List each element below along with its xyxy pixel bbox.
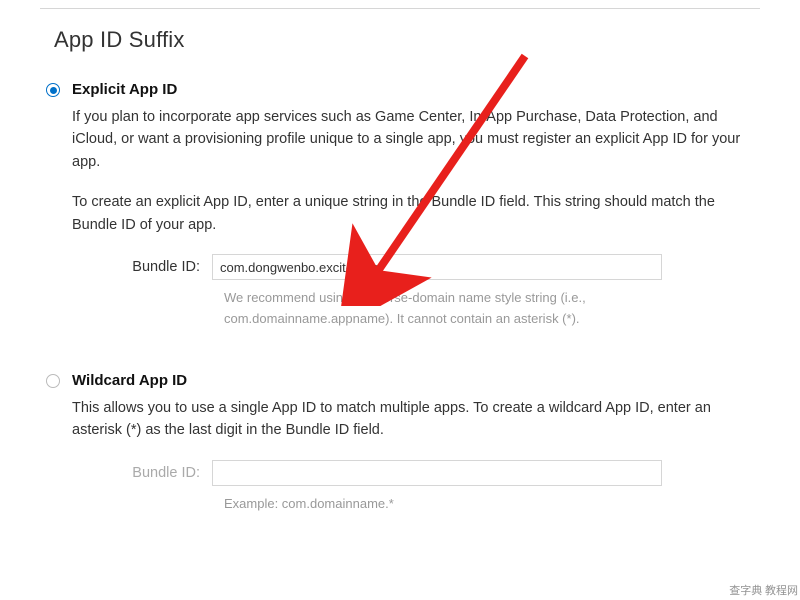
option-desc-explicit-2: To create an explicit App ID, enter a un… (72, 191, 760, 236)
bundle-id-hint-explicit: We recommend using a reverse-domain name… (224, 288, 684, 330)
bundle-id-input-wildcard[interactable] (212, 460, 662, 486)
bundle-id-input-explicit[interactable] (212, 254, 662, 280)
option-desc-wildcard: This allows you to use a single App ID t… (72, 397, 760, 442)
bundle-id-label-explicit: Bundle ID: (72, 259, 212, 275)
radio-wildcard[interactable] (46, 374, 60, 388)
watermark: 查字典 教程网 (729, 582, 798, 598)
option-explicit: Explicit App ID If you plan to incorpora… (40, 81, 760, 330)
option-wildcard: Wildcard App ID This allows you to use a… (40, 372, 760, 515)
section-title: App ID Suffix (40, 9, 760, 81)
option-label-explicit: Explicit App ID (72, 81, 760, 98)
bundle-id-hint-wildcard: Example: com.domainname.* (224, 494, 684, 515)
option-label-wildcard: Wildcard App ID (72, 372, 760, 389)
bundle-id-label-wildcard: Bundle ID: (72, 465, 212, 481)
radio-selected-dot (50, 87, 57, 94)
radio-explicit[interactable] (46, 83, 60, 97)
option-desc-explicit-1: If you plan to incorporate app services … (72, 106, 760, 173)
